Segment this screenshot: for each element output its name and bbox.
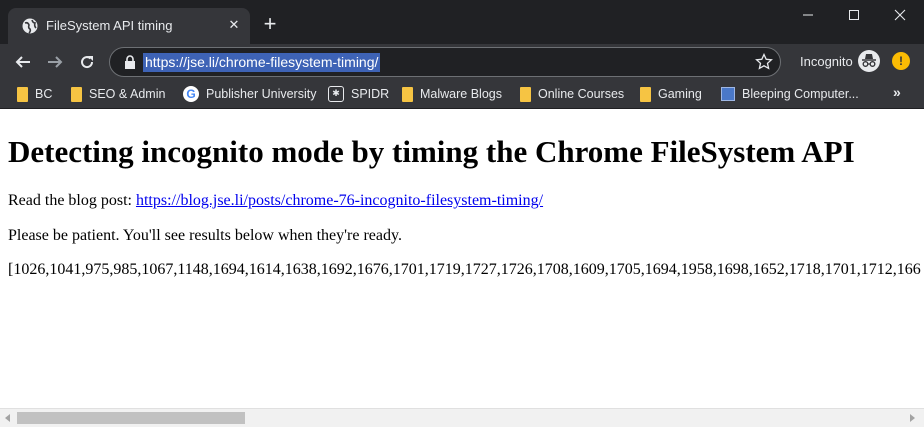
back-button[interactable] (10, 49, 36, 75)
bookmark-label: Malware Blogs (420, 87, 502, 101)
folder-icon (520, 86, 531, 102)
extension-alert-icon[interactable]: ! (892, 52, 910, 70)
forward-arrow-icon (48, 56, 63, 68)
folder-icon (402, 86, 413, 102)
scrollbar-thumb[interactable] (17, 412, 245, 424)
bookmark-label: SPIDR (351, 87, 390, 101)
spidr-icon: ✱ (328, 86, 344, 102)
bookmark-seo-admin[interactable]: SEO & Admin (71, 85, 165, 103)
bookmark-label: Publisher University (206, 87, 317, 101)
bookmarks-bar: BC SEO & Admin G Publisher University ✱ … (0, 79, 924, 109)
tab-close-icon[interactable]: ✕ (224, 15, 244, 35)
bookmark-label: Gaming (658, 87, 702, 101)
page-content: Detecting incognito mode by timing the C… (0, 110, 924, 408)
tab-title: FileSystem API timing (46, 18, 173, 33)
folder-icon (640, 86, 651, 102)
blog-post-line: Read the blog post: https://blog.jse.li/… (8, 192, 543, 210)
close-icon (894, 9, 906, 21)
maximize-button[interactable] (831, 0, 877, 30)
bookmark-star-icon[interactable] (755, 53, 773, 71)
lock-icon[interactable] (124, 55, 136, 69)
bleeping-computer-icon (721, 87, 735, 101)
incognito-icon[interactable] (857, 49, 881, 73)
minimize-icon (803, 14, 813, 16)
globe-icon (22, 18, 38, 34)
scroll-left-icon[interactable] (5, 414, 10, 422)
blog-post-prefix: Read the blog post: (8, 192, 136, 209)
incognito-label[interactable]: Incognito (800, 54, 853, 69)
page-heading: Detecting incognito mode by timing the C… (8, 134, 855, 169)
back-arrow-icon (15, 56, 30, 68)
url-text[interactable]: https://jse.li/chrome-filesystem-timing/ (143, 53, 381, 72)
new-tab-button[interactable]: + (258, 13, 282, 37)
folder-icon (71, 86, 82, 102)
bookmark-label: SEO & Admin (89, 87, 166, 101)
bookmark-malware-blogs[interactable]: Malware Blogs (402, 85, 502, 103)
bookmark-label: BC (35, 87, 53, 101)
reload-icon (81, 56, 94, 69)
minimize-button[interactable] (785, 0, 831, 30)
timing-results: [1026,1041,975,985,1067,1148,1694,1614,1… (8, 261, 921, 278)
bookmarks-overflow-icon[interactable]: » (893, 84, 901, 100)
maximize-icon (849, 10, 859, 20)
blog-post-link[interactable]: https://blog.jse.li/posts/chrome-76-inco… (136, 192, 543, 209)
bookmark-spidr[interactable]: ✱ SPIDR (328, 85, 389, 103)
address-bar[interactable]: https://jse.li/chrome-filesystem-timing/ (109, 47, 781, 77)
forward-button[interactable] (42, 49, 68, 75)
bookmark-bc[interactable]: BC (17, 85, 52, 103)
bookmark-label: Bleeping Computer... (742, 87, 859, 101)
bookmark-bleeping-computer[interactable]: Bleeping Computer... (721, 85, 859, 103)
window-close-button[interactable] (877, 0, 923, 30)
tab-strip: FileSystem API timing ✕ + (0, 0, 924, 44)
folder-icon (17, 86, 28, 102)
browser-toolbar: https://jse.li/chrome-filesystem-timing/… (0, 44, 924, 79)
horizontal-scrollbar[interactable] (0, 408, 924, 427)
scroll-right-icon[interactable] (910, 414, 915, 422)
reload-button[interactable] (74, 49, 100, 75)
bookmark-publisher-university[interactable]: G Publisher University (183, 85, 316, 103)
bookmark-gaming[interactable]: Gaming (640, 85, 702, 103)
bookmark-online-courses[interactable]: Online Courses (520, 85, 624, 103)
bookmark-label: Online Courses (538, 87, 625, 101)
google-icon: G (183, 86, 199, 102)
patience-message: Please be patient. You'll see results be… (8, 227, 402, 244)
active-tab[interactable]: FileSystem API timing ✕ (8, 8, 250, 44)
